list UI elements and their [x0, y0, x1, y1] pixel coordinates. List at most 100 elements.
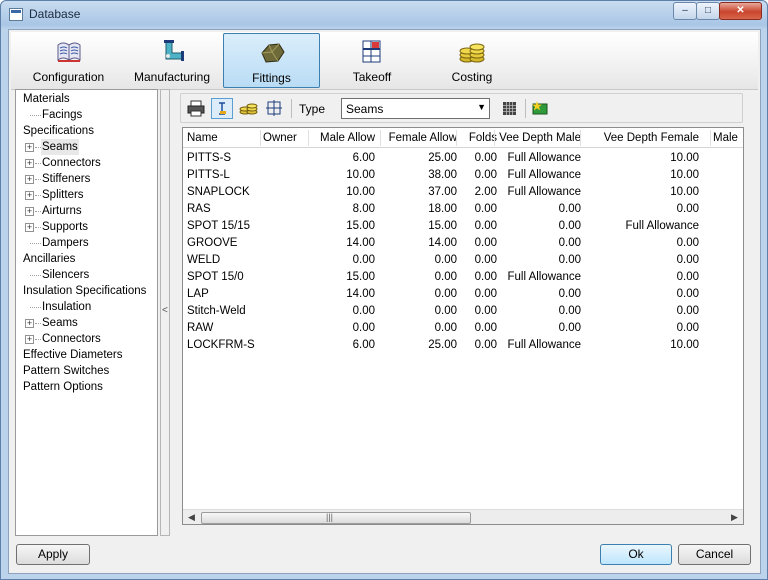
table-cell: 15.00 [346, 271, 375, 283]
main-toolbar: Configuration Manufacturing Fittings Tak… [11, 32, 758, 90]
table-cell: Full Allowance [507, 169, 581, 181]
column-header[interactable]: Vee Depth Male [497, 132, 581, 144]
column-divider[interactable] [380, 130, 381, 146]
tree-expand-icon[interactable]: + [25, 319, 34, 328]
table-cell: 14.00 [346, 237, 375, 249]
collapse-left-icon: < [162, 305, 168, 316]
print-button[interactable] [185, 98, 207, 119]
table-cell: 0.00 [558, 305, 581, 317]
table-cell: 0.00 [676, 237, 699, 249]
table-row[interactable]: LOCKFRM-S 6.00 25.00 0.00 Full Allowance 10.0… [183, 338, 743, 355]
tree-expand-icon[interactable]: + [25, 175, 34, 184]
toolbar-costing[interactable]: Costing [423, 33, 521, 88]
tree-item-label: Specifications [23, 125, 94, 137]
column-divider[interactable] [710, 130, 711, 146]
table-cell: 38.00 [428, 169, 457, 181]
table-row[interactable]: SNAPLOCK 10.00 37.00 2.00 Full Allowance 10.0… [183, 185, 743, 202]
database-window: Database – □ ✕ Configuration Manufacturi… [0, 0, 768, 580]
tree-expand-icon[interactable]: + [25, 335, 34, 344]
table-row[interactable]: SPOT 15/15 15.00 15.00 0.00 0.00 Full Allowan… [183, 219, 743, 236]
tree-item-label: Pattern Options [23, 381, 103, 393]
table-row[interactable]: WELD 0.00 0.00 0.00 0.00 0.00 [183, 253, 743, 270]
toolbar-fittings-label: Fittings [252, 71, 291, 85]
scroll-left-icon[interactable]: ◀ [188, 512, 195, 523]
column-divider[interactable] [308, 130, 309, 146]
table-row[interactable]: PITTS-L 10.00 38.00 0.00 Full Allowance 10.00 [183, 168, 743, 185]
table-cell: Full Allowance [507, 186, 581, 198]
toolbar-fittings[interactable]: Fittings [223, 33, 320, 88]
table-cell: RAS [187, 203, 211, 215]
tree-expand-icon[interactable]: + [25, 191, 34, 200]
column-header[interactable]: Name [187, 132, 257, 144]
title-bar[interactable]: Database – □ ✕ [1, 1, 767, 29]
column-header[interactable]: Folds [459, 132, 497, 144]
table-row[interactable]: PITTS-S 6.00 25.00 0.00 Full Allowance 10.00 [183, 151, 743, 168]
table-view-button[interactable] [499, 98, 521, 119]
table-cell: 0.00 [558, 254, 581, 266]
text-mode-button[interactable] [211, 98, 233, 119]
table-cell: 10.00 [670, 169, 699, 181]
cancel-button[interactable]: Cancel [678, 544, 751, 565]
column-header[interactable]: Male Allow [311, 132, 375, 144]
maximize-button[interactable]: □ [696, 2, 720, 20]
tree-item-label: Airturns [42, 205, 82, 217]
tree-item-label: Insulation [42, 301, 92, 313]
toolbar-takeoff[interactable]: Takeoff [323, 33, 421, 88]
close-button[interactable]: ✕ [719, 2, 762, 20]
column-header[interactable]: Vee Depth Female [583, 132, 699, 144]
coins-view-button[interactable] [237, 98, 259, 119]
table-cell: 0.00 [434, 254, 457, 266]
column-header[interactable]: Male [713, 132, 743, 144]
type-dropdown[interactable]: Seams ▼ [341, 98, 490, 119]
table-cell: 0.00 [558, 322, 581, 334]
tree-expand-icon[interactable]: + [25, 223, 34, 232]
tree-expand-icon[interactable]: + [25, 143, 34, 152]
table-cell: 0.00 [676, 271, 699, 283]
column-divider[interactable] [456, 130, 457, 146]
column-divider[interactable] [260, 130, 261, 146]
toolbar-manufacturing[interactable]: Manufacturing [123, 33, 221, 88]
add-record-button[interactable] [529, 98, 551, 119]
toolbar-separator [291, 99, 292, 118]
duct-elbow-icon [164, 40, 184, 61]
apply-button[interactable]: Apply [16, 544, 90, 565]
table-row[interactable]: Stitch-Weld 0.00 0.00 0.00 0.00 0.00 [183, 304, 743, 321]
table-cell: 0.00 [474, 288, 497, 300]
table-cell: 6.00 [352, 339, 375, 351]
table-cell: 0.00 [676, 288, 699, 300]
column-divider[interactable] [580, 130, 581, 146]
tree-expand-icon[interactable]: + [25, 159, 34, 168]
tree-item-label: Seams [42, 317, 78, 329]
tree-expand-icon[interactable]: + [25, 207, 34, 216]
table-cell: 0.00 [474, 169, 497, 181]
column-divider[interactable] [494, 130, 495, 146]
table-cell: 0.00 [558, 203, 581, 215]
toolbar-configuration[interactable]: Configuration [17, 33, 120, 88]
table-row[interactable]: GROOVE 14.00 14.00 0.00 0.00 0.00 [183, 236, 743, 253]
table-cell: 0.00 [474, 152, 497, 164]
table-row[interactable]: RAW 0.00 0.00 0.00 0.00 0.00 [183, 321, 743, 338]
horizontal-scrollbar[interactable]: ◀ ||| ▶ [183, 509, 743, 524]
column-header[interactable]: Owner [263, 132, 309, 144]
table-row[interactable]: SPOT 15/0 15.00 0.00 0.00 Full Allowance 0.00 [183, 270, 743, 287]
toolbar-takeoff-label: Takeoff [352, 70, 392, 84]
add-record-icon [532, 101, 548, 115]
minimize-button[interactable]: – [673, 2, 697, 20]
tree-item-label: Dampers [42, 237, 89, 249]
ok-button[interactable]: Ok [600, 544, 672, 565]
column-header[interactable]: Female Allow [383, 132, 457, 144]
splitter-collapse-handle[interactable]: < [160, 89, 170, 536]
table-cell: 0.00 [352, 254, 375, 266]
table-row[interactable]: LAP 14.00 0.00 0.00 0.00 0.00 [183, 287, 743, 304]
tree-item-label: Materials [23, 93, 70, 105]
table-cell: 0.00 [434, 271, 457, 283]
scroll-right-icon[interactable]: ▶ [731, 512, 738, 523]
tree-connector [30, 275, 41, 276]
scrollbar-grip: ||| [326, 512, 334, 522]
scrollbar-thumb[interactable]: ||| [201, 512, 471, 524]
database-tree[interactable]: Materials Facings Specifications + Seams + Con… [15, 89, 158, 536]
table-row[interactable]: RAS 8.00 18.00 0.00 0.00 0.00 [183, 202, 743, 219]
grid-view-button[interactable] [263, 98, 285, 119]
table-cell: 0.00 [676, 322, 699, 334]
tree-connector [30, 243, 41, 244]
